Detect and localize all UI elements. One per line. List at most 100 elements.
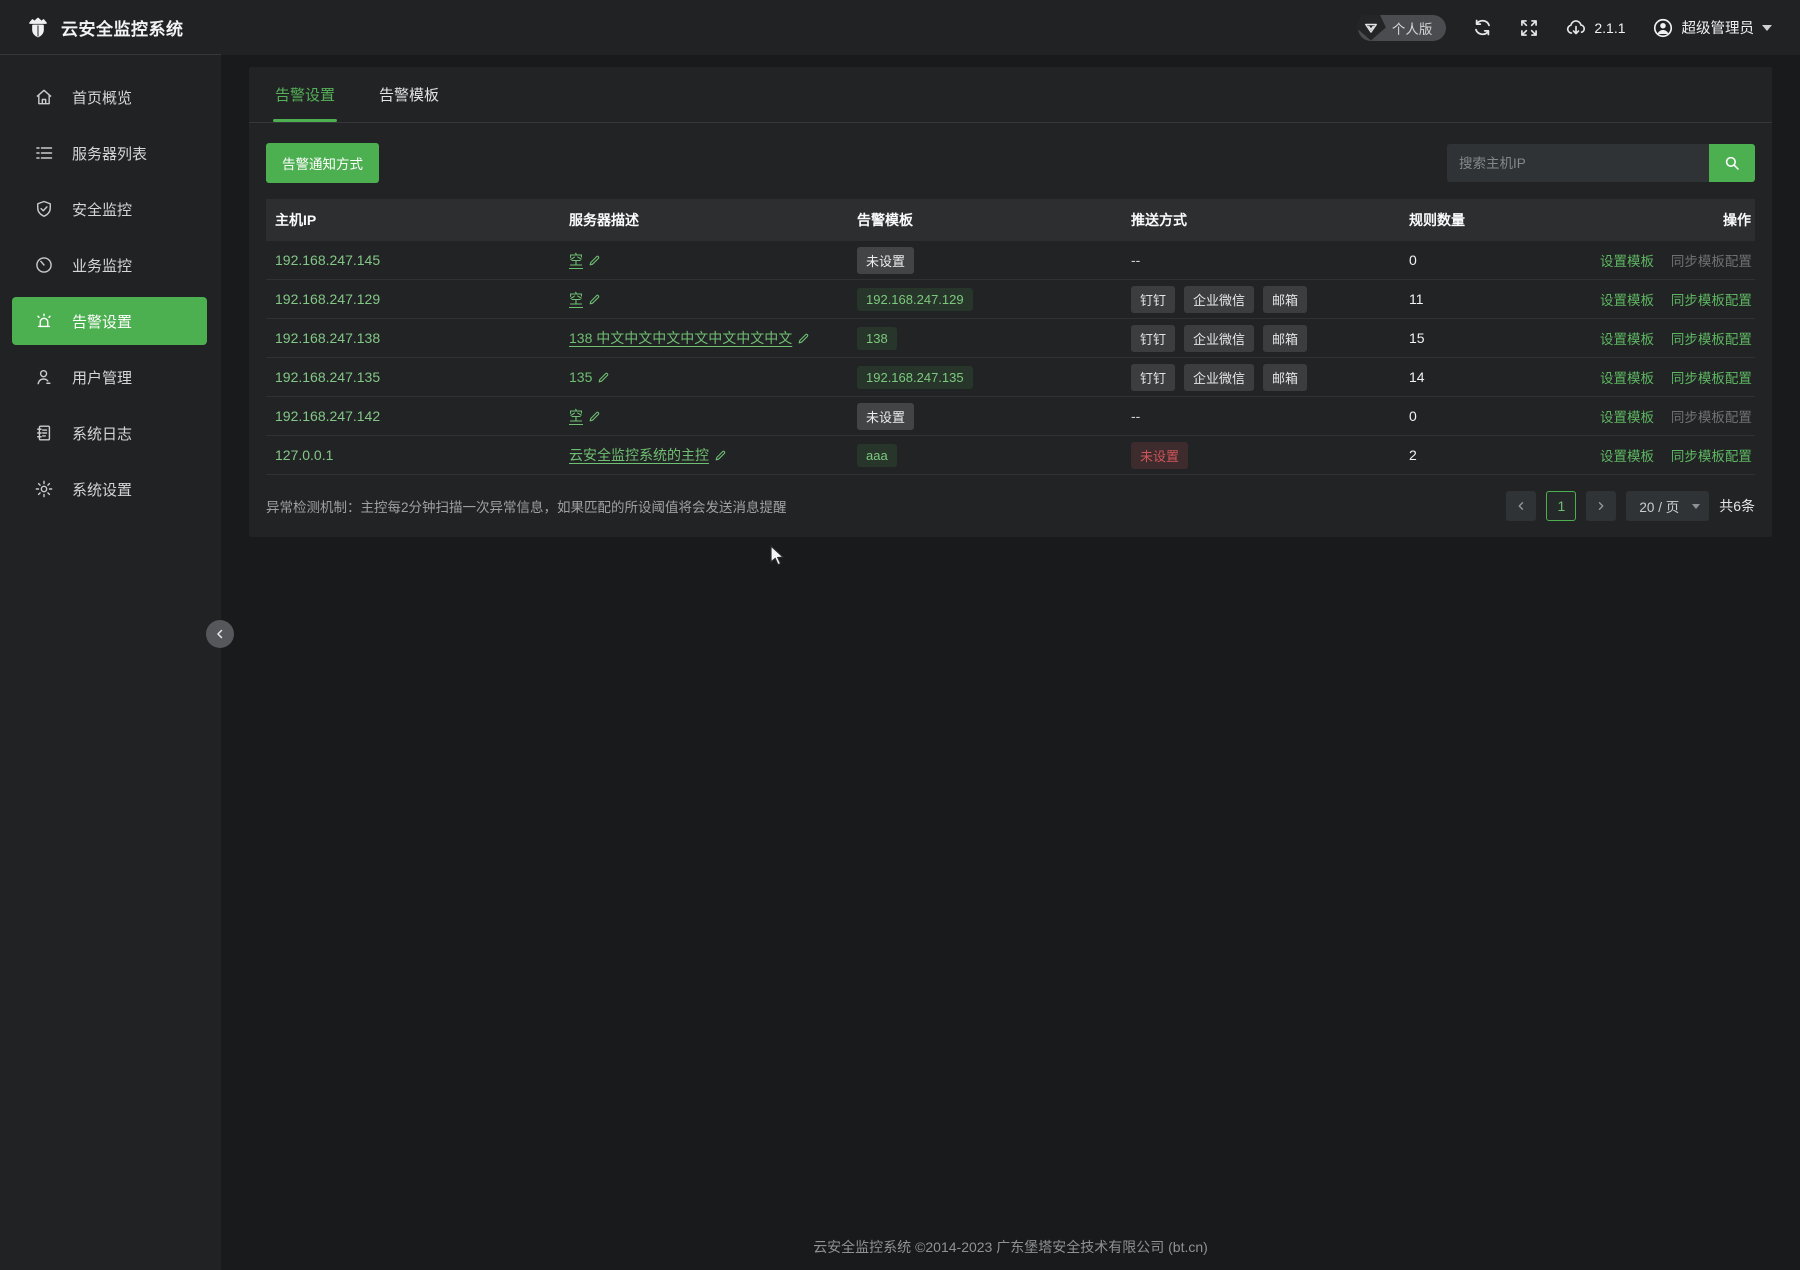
- sidebar-item-users[interactable]: 用户管理: [0, 353, 207, 401]
- push-tag: 邮箱: [1263, 286, 1307, 313]
- app-brand: 云安全监控系统: [0, 0, 221, 55]
- edit-pencil-icon: [588, 410, 601, 423]
- table-row: 127.0.0.1 云安全监控系统的主控 aaa 未设置 2 设置模板 同步模板…: [266, 436, 1755, 475]
- tab-alert-settings[interactable]: 告警设置: [275, 84, 335, 122]
- push-methods: 钉钉 企业微信 邮箱: [1131, 286, 1307, 313]
- set-template-link[interactable]: 设置模板: [1600, 410, 1654, 425]
- table-row: 192.168.247.142 空 未设置 -- 0 设置模板 同步模板配置 查…: [266, 397, 1755, 436]
- sync-template-link: 同步模板配置: [1671, 254, 1752, 269]
- push-tag: 钉钉: [1131, 364, 1175, 391]
- tab-alert-templates[interactable]: 告警模板: [379, 84, 439, 122]
- table-header-row: 主机IP 服务器描述 告警模板 推送方式 规则数量 操作: [266, 199, 1755, 241]
- sidebar-item-label: 系统设置: [72, 479, 132, 500]
- host-ip[interactable]: 192.168.247.142: [275, 408, 380, 424]
- search-box: [1447, 144, 1755, 182]
- push-methods: --: [1131, 252, 1140, 268]
- edition-badge[interactable]: 个人版: [1358, 15, 1447, 41]
- push-methods-unset: 未设置: [1131, 442, 1188, 469]
- push-tag: 邮箱: [1263, 325, 1307, 352]
- table-body: 192.168.247.145 空 未设置 -- 0 设置模板 同步模板配置 查…: [266, 241, 1755, 475]
- host-ip[interactable]: 192.168.247.138: [275, 330, 380, 346]
- set-template-link[interactable]: 设置模板: [1600, 332, 1654, 347]
- alert-notify-method-button[interactable]: 告警通知方式: [266, 143, 379, 183]
- template-tag: 192.168.247.135: [857, 366, 973, 389]
- server-desc-edit[interactable]: 空: [569, 250, 601, 270]
- current-page[interactable]: 1: [1546, 491, 1576, 521]
- cloud-version[interactable]: 2.1.1: [1565, 17, 1625, 39]
- col-header-rules: 规则数量: [1400, 210, 1578, 230]
- sidebar-item-servers[interactable]: 服务器列表: [0, 129, 207, 177]
- search-input[interactable]: [1447, 144, 1709, 182]
- server-desc-edit[interactable]: 云安全监控系统的主控: [569, 445, 727, 465]
- user-icon: [34, 367, 54, 387]
- version-number: 2.1.1: [1594, 20, 1625, 36]
- sync-template-link[interactable]: 同步模板配置: [1671, 449, 1752, 464]
- sidebar-collapse-button[interactable]: [206, 620, 234, 648]
- top-header: 云安全监控系统 个人版: [0, 0, 1800, 55]
- prev-page-button[interactable]: [1506, 491, 1536, 521]
- alerts-panel: 告警设置 告警模板 告警通知方式 主机IP 服务器描述 告警模: [249, 67, 1772, 537]
- server-desc-edit[interactable]: 135: [569, 369, 610, 385]
- sync-template-link[interactable]: 同步模板配置: [1671, 293, 1752, 308]
- fullscreen-icon[interactable]: [1519, 18, 1539, 38]
- set-template-link[interactable]: 设置模板: [1600, 449, 1654, 464]
- copyright-footer: 云安全监控系统 ©2014-2023 广东堡塔安全技术有限公司 (bt.cn): [221, 1237, 1800, 1257]
- host-ip[interactable]: 192.168.247.129: [275, 291, 380, 307]
- edit-pencil-icon: [797, 332, 810, 345]
- rules-count: 11: [1409, 291, 1424, 307]
- server-desc-edit[interactable]: 空: [569, 289, 601, 309]
- page-size-select[interactable]: 20 / 页: [1626, 491, 1709, 521]
- sidebar-item-alerts[interactable]: 告警设置: [12, 297, 207, 345]
- sync-template-link[interactable]: 同步模板配置: [1671, 371, 1752, 386]
- sidebar-item-logs[interactable]: 系统日志: [0, 409, 207, 457]
- app-title: 云安全监控系统: [61, 15, 184, 40]
- topbar-actions: 个人版 2.1.1: [1358, 15, 1800, 41]
- server-list-icon: [34, 143, 54, 163]
- sync-template-link: 同步模板配置: [1671, 410, 1752, 425]
- home-icon: [34, 87, 54, 107]
- rules-count: 2: [1409, 447, 1417, 463]
- set-template-link[interactable]: 设置模板: [1600, 371, 1654, 386]
- col-header-template: 告警模板: [848, 210, 1122, 230]
- push-tag: 企业微信: [1184, 364, 1254, 391]
- sidebar-item-label: 业务监控: [72, 255, 132, 276]
- sidebar-item-settings[interactable]: 系统设置: [0, 465, 207, 513]
- table-footer: 异常检测机制：主控每2分钟扫描一次异常信息，如果匹配的所设阈值将会发送消息提醒 …: [249, 475, 1772, 537]
- diamond-icon: [1356, 15, 1386, 41]
- push-tag: 企业微信: [1184, 325, 1254, 352]
- host-ip[interactable]: 192.168.247.145: [275, 252, 380, 268]
- refresh-icon[interactable]: [1472, 17, 1493, 38]
- push-tag: 钉钉: [1131, 286, 1175, 313]
- edit-pencil-icon: [588, 254, 601, 267]
- rules-count: 15: [1409, 330, 1425, 346]
- chevron-down-icon: [1762, 25, 1772, 31]
- host-ip[interactable]: 127.0.0.1: [275, 447, 333, 463]
- sidebar-item-home[interactable]: 首页概览: [0, 73, 207, 121]
- cloud-download-icon: [1565, 17, 1587, 39]
- edit-pencil-icon: [714, 449, 727, 462]
- edit-pencil-icon: [597, 371, 610, 384]
- sidebar-item-security[interactable]: 安全监控: [0, 185, 207, 233]
- user-menu[interactable]: 超级管理员: [1652, 17, 1773, 39]
- set-template-link[interactable]: 设置模板: [1600, 254, 1654, 269]
- sidebar-item-business[interactable]: 业务监控: [0, 241, 207, 289]
- sync-template-link[interactable]: 同步模板配置: [1671, 332, 1752, 347]
- next-page-button[interactable]: [1586, 491, 1616, 521]
- rules-count: 0: [1409, 408, 1417, 424]
- template-tag: 138: [857, 327, 897, 350]
- shield-logo-icon: [26, 15, 50, 39]
- sidebar: 首页概览 服务器列表 安全监控 业务监控: [0, 55, 221, 1270]
- col-header-desc: 服务器描述: [560, 210, 848, 230]
- log-icon: [34, 423, 54, 443]
- col-header-push: 推送方式: [1122, 210, 1400, 230]
- set-template-link[interactable]: 设置模板: [1600, 293, 1654, 308]
- chevron-down-icon: [1692, 504, 1700, 509]
- search-button[interactable]: [1709, 144, 1755, 182]
- push-methods: 钉钉 企业微信 邮箱: [1131, 364, 1307, 391]
- host-ip[interactable]: 192.168.247.135: [275, 369, 380, 385]
- server-desc-edit[interactable]: 空: [569, 406, 601, 426]
- sidebar-item-label: 安全监控: [72, 199, 132, 220]
- table-row: 192.168.247.129 空 192.168.247.129 钉钉 企业微…: [266, 280, 1755, 319]
- server-desc-edit[interactable]: 138 中文中文中文中文中文中文中文: [569, 328, 810, 348]
- push-tag: 钉钉: [1131, 325, 1175, 352]
